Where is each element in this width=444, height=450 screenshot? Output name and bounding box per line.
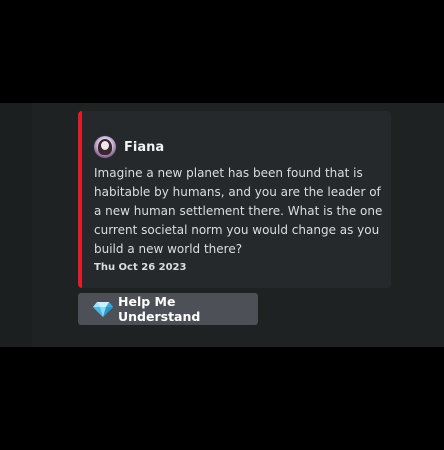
gutter	[0, 103, 32, 347]
help-me-understand-button[interactable]: Help Me Understand	[78, 293, 258, 325]
embed-footer-date: Thu Oct 26 2023	[94, 262, 187, 273]
gem-icon	[93, 301, 113, 317]
embed-description: Imagine a new planet has been found that…	[94, 166, 383, 256]
embed-accent-bar	[78, 111, 82, 288]
embed-author: Fiana	[94, 136, 164, 158]
button-label: Help Me Understand	[118, 294, 201, 324]
avatar[interactable]	[94, 136, 116, 158]
message-embed: Fiana Imagine a new planet has been foun…	[78, 111, 391, 288]
avatar-face	[101, 141, 109, 150]
author-name[interactable]: Fiana	[124, 140, 164, 155]
chat-message-area: Fiana Imagine a new planet has been foun…	[0, 103, 444, 347]
